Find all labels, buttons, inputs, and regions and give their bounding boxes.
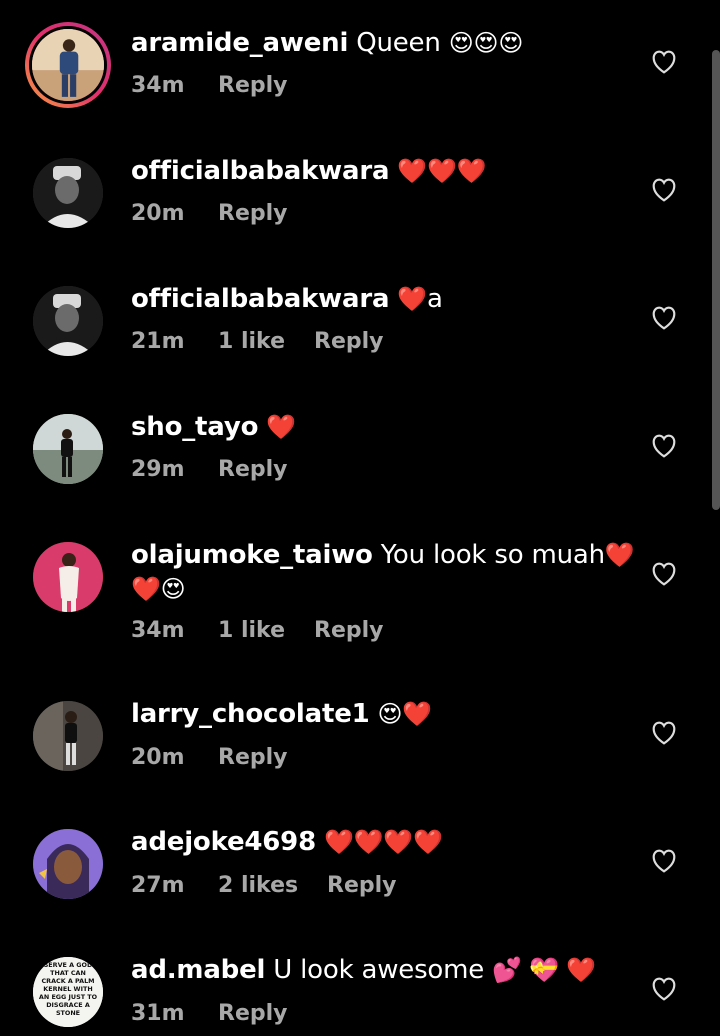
scrollbar[interactable]	[712, 50, 720, 510]
like-heart-icon[interactable]	[651, 178, 677, 202]
man-in-cap-bw-photo-icon	[33, 158, 103, 228]
comment-emojis: ❤️❤️❤️	[397, 157, 487, 185]
timestamp: 34m	[131, 73, 185, 98]
svg-text:THAT CAN: THAT CAN	[50, 969, 86, 977]
comment-text: ad.mabel U look awesome 💕 💝 ❤️	[131, 954, 596, 986]
like-heart-icon[interactable]	[651, 306, 677, 330]
avatar[interactable]	[33, 701, 103, 771]
reply-button[interactable]: Reply	[327, 873, 397, 898]
comment-body: Queen	[356, 28, 441, 58]
username[interactable]: aramide_aweni	[131, 28, 348, 58]
timestamp: 20m	[131, 201, 185, 226]
timestamp: 20m	[131, 745, 185, 770]
svg-text:STONE: STONE	[56, 1009, 80, 1017]
meme-text-image-icon: SERVE A GOD THAT CAN CRACK A PALM KERNEL…	[33, 957, 103, 1027]
timestamp: 29m	[131, 457, 185, 482]
person-outdoors-photo-icon	[33, 414, 103, 484]
person-indoors-photo-icon	[33, 701, 103, 771]
comment-text: officialbabakwara ❤️a	[131, 283, 443, 315]
comment-emojis: 😍😍😍	[448, 29, 524, 57]
woman-selfie-photo-icon	[33, 829, 103, 899]
comment-emojis: ❤️	[266, 413, 296, 441]
comment-text-continued: ❤️😍	[131, 573, 186, 605]
comment-text: officialbabakwara ❤️❤️❤️	[131, 155, 487, 187]
reply-button[interactable]: Reply	[218, 745, 288, 770]
comment-emojis: ❤️	[604, 541, 635, 569]
like-heart-icon[interactable]	[651, 50, 677, 74]
username[interactable]: officialbabakwara	[131, 156, 390, 186]
username[interactable]: adejoke4698	[131, 827, 316, 857]
timestamp: 31m	[131, 1001, 185, 1026]
reply-button[interactable]: Reply	[218, 201, 288, 226]
avatar[interactable]	[33, 158, 103, 228]
man-in-cap-bw-photo-icon	[33, 286, 103, 356]
reply-button[interactable]: Reply	[218, 73, 288, 98]
avatar[interactable]	[33, 542, 103, 612]
comment-emojis: 😍❤️	[377, 700, 433, 728]
likes-count[interactable]: 2 likes	[218, 873, 298, 898]
timestamp: 27m	[131, 873, 185, 898]
svg-text:CRACK A PALM: CRACK A PALM	[41, 977, 94, 985]
svg-text:KERNEL WITH: KERNEL WITH	[43, 985, 92, 993]
comment-text: sho_tayo ❤️	[131, 411, 296, 443]
username[interactable]: ad.mabel	[131, 955, 265, 985]
comment-body: You look so muah	[380, 540, 605, 570]
comment-text: larry_chocolate1 😍❤️	[131, 698, 432, 730]
comment-emojis: ❤️😍	[131, 575, 186, 603]
person-standing-photo-icon	[32, 29, 104, 101]
avatar[interactable]	[33, 286, 103, 356]
likes-count[interactable]: 1 like	[218, 618, 285, 643]
comment-emojis: ❤️	[397, 285, 428, 313]
avatar[interactable]: SERVE A GOD THAT CAN CRACK A PALM KERNEL…	[33, 957, 103, 1027]
like-heart-icon[interactable]	[651, 721, 677, 745]
comment-text: aramide_aweni Queen 😍😍😍	[131, 27, 523, 59]
svg-text:AN EGG JUST TO: AN EGG JUST TO	[39, 993, 98, 1001]
comment-text: olajumoke_taiwo You look so muah❤️	[131, 539, 635, 571]
comment-emojis: 💕 💝 ❤️	[492, 956, 597, 984]
svg-text:DISGRACE A: DISGRACE A	[46, 1001, 90, 1009]
comment-text: adejoke4698 ❤️❤️❤️❤️	[131, 826, 443, 858]
reply-button[interactable]: Reply	[218, 1001, 288, 1026]
comment-emojis: ❤️❤️❤️❤️	[323, 828, 443, 856]
woman-pink-background-photo-icon	[33, 542, 103, 612]
like-heart-icon[interactable]	[651, 434, 677, 458]
like-heart-icon[interactable]	[651, 977, 677, 1001]
like-heart-icon[interactable]	[651, 849, 677, 873]
svg-text:SERVE A GOD: SERVE A GOD	[44, 961, 93, 969]
reply-button[interactable]: Reply	[314, 618, 384, 643]
timestamp: 21m	[131, 329, 185, 354]
username[interactable]: larry_chocolate1	[131, 699, 370, 729]
avatar[interactable]	[33, 829, 103, 899]
comment-body: U look awesome	[273, 955, 485, 985]
like-heart-icon[interactable]	[651, 562, 677, 586]
username[interactable]: sho_tayo	[131, 412, 258, 442]
reply-button[interactable]: Reply	[218, 457, 288, 482]
timestamp: 34m	[131, 618, 185, 643]
comment-body: a	[427, 284, 443, 314]
username[interactable]: officialbabakwara	[131, 284, 390, 314]
avatar[interactable]	[33, 414, 103, 484]
username[interactable]: olajumoke_taiwo	[131, 540, 373, 570]
likes-count[interactable]: 1 like	[218, 329, 285, 354]
avatar[interactable]	[25, 22, 111, 108]
reply-button[interactable]: Reply	[314, 329, 384, 354]
